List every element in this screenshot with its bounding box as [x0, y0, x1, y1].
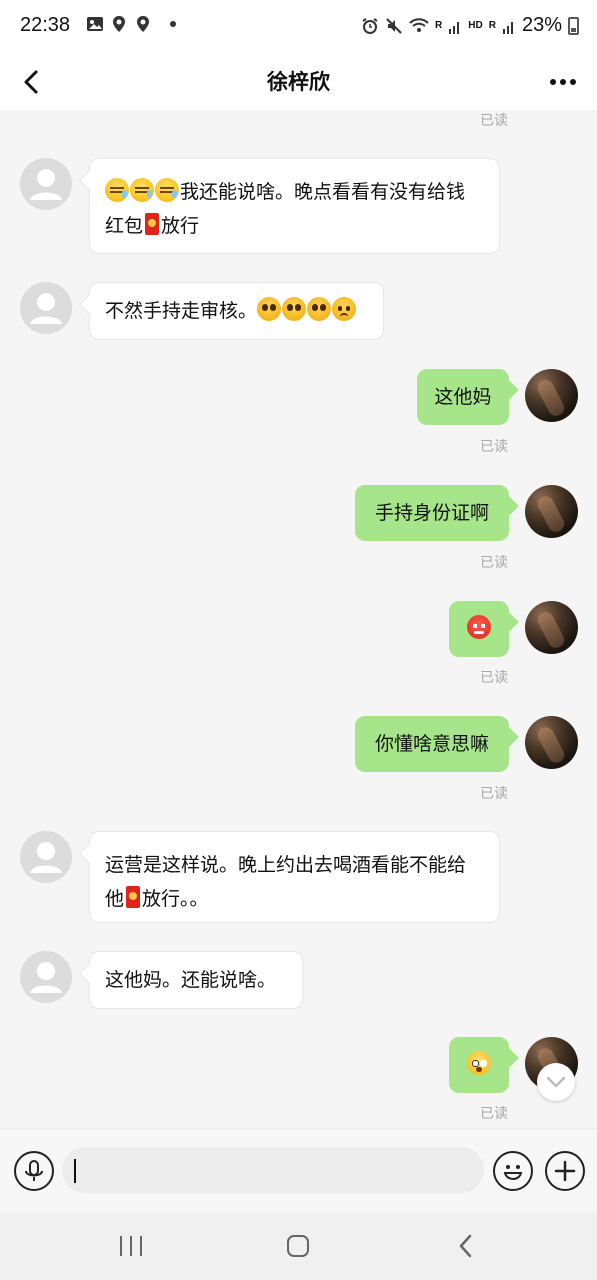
message-text: 不然手持走审核。 — [105, 300, 258, 322]
read-receipt: 已读 — [480, 1106, 508, 1122]
battery-percent: 23% — [521, 14, 562, 36]
gallery-icon — [87, 17, 103, 31]
network-r2-label: R — [488, 20, 496, 31]
sleepy-emoji-icon — [155, 178, 179, 202]
chat-header: 徐梓欣 — [0, 54, 597, 110]
input-bar — [0, 1128, 597, 1213]
notification-icons — [86, 15, 176, 33]
system-navigation-bar — [0, 1212, 597, 1280]
default-avatar-icon — [30, 962, 62, 993]
my-avatar[interactable] — [525, 485, 578, 538]
pleading-emoji-icon — [307, 297, 332, 321]
text-cursor — [74, 1159, 76, 1183]
location-icon — [113, 16, 125, 32]
more-options-icon[interactable] — [547, 68, 579, 96]
read-receipt: 已读 — [480, 555, 508, 571]
message-bubble-sent[interactable]: 这他妈 — [417, 369, 509, 425]
signal-icon-2 — [502, 21, 513, 34]
wifi-icon — [409, 17, 429, 32]
status-time: 22:38 — [20, 14, 71, 36]
battery-icon — [568, 16, 579, 35]
chat-title: 徐梓欣 — [267, 70, 330, 94]
message-text: 你懂啥意思嘛 — [374, 733, 489, 755]
chevron-down-icon — [546, 1076, 566, 1088]
message-bubble-received[interactable]: 这他妈。还能说啥。 — [89, 951, 303, 1009]
message-text: 手持身份证啊 — [374, 502, 489, 524]
emoji-button[interactable] — [493, 1151, 533, 1191]
message-bubble-sent[interactable]: 手持身份证啊 — [355, 485, 509, 541]
message-bubble-received[interactable]: 运营是这样说。晚上约出去喝酒看能不能给他 放行。。 — [89, 831, 500, 923]
my-avatar[interactable] — [525, 601, 578, 654]
pleading-emoji-icon — [257, 297, 282, 321]
message-input[interactable] — [62, 1147, 484, 1193]
signal-icon — [449, 21, 460, 34]
scroll-to-bottom-button[interactable] — [537, 1063, 575, 1101]
contact-avatar[interactable] — [20, 282, 72, 334]
plus-icon — [554, 1160, 576, 1182]
read-receipt: 已读 — [480, 113, 508, 129]
status-bar: 22:38 R HD R 23% — [0, 0, 597, 54]
default-avatar-icon — [30, 842, 62, 873]
mute-icon — [386, 17, 402, 34]
contact-avatar[interactable] — [20, 951, 72, 1003]
recent-apps-icon[interactable] — [118, 1234, 144, 1258]
message-bubble-sent[interactable]: 你懂啥意思嘛 — [355, 716, 509, 772]
message-bubble-received[interactable]: 不然手持走审核。 — [89, 282, 384, 340]
sleepy-emoji-icon — [130, 178, 154, 202]
default-avatar-icon — [30, 293, 62, 324]
message-text: 放行 — [161, 215, 200, 237]
microphone-icon — [25, 1160, 43, 1181]
message-list[interactable]: 已读 我还能说啥。晚点看看有没有给钱红包 放行 不然手持走审核。 这他妈 已读 手… — [0, 110, 597, 1128]
my-avatar[interactable] — [525, 369, 578, 422]
red-envelope-icon — [145, 213, 160, 235]
message-bubble-sent[interactable] — [449, 1037, 509, 1093]
red-envelope-icon — [126, 886, 141, 908]
location-icon-2 — [137, 16, 149, 32]
message-text: 这他妈。还能说啥。 — [105, 969, 277, 991]
sad-emoji-icon — [332, 297, 357, 321]
angry-emoji-icon — [466, 615, 491, 639]
my-avatar[interactable] — [525, 716, 578, 769]
smiley-icon — [503, 1165, 523, 1180]
message-text: 我还能说啥。晚点看看有没有给 — [180, 181, 447, 203]
system-back-icon[interactable] — [456, 1232, 476, 1260]
message-text: 放行。。 — [142, 888, 209, 910]
network-r1-label: R — [435, 20, 443, 31]
message-bubble-received[interactable]: 我还能说啥。晚点看看有没有给钱红包 放行 — [89, 158, 500, 254]
shocked-emoji-icon — [466, 1051, 491, 1075]
read-receipt: 已读 — [480, 786, 508, 802]
sleepy-emoji-icon — [105, 178, 129, 202]
home-icon[interactable] — [286, 1234, 310, 1258]
message-bubble-sent[interactable] — [449, 601, 509, 657]
status-right: R HD R 23% — [361, 14, 579, 37]
contact-avatar[interactable] — [20, 158, 72, 210]
read-receipt: 已读 — [480, 670, 508, 686]
pleading-emoji-icon — [282, 297, 307, 321]
alarm-icon — [362, 17, 378, 34]
voice-button[interactable] — [14, 1151, 54, 1191]
contact-avatar[interactable] — [20, 831, 72, 883]
more-button[interactable] — [545, 1151, 585, 1191]
message-text: 这他妈 — [434, 386, 492, 408]
message-text: 运营是这样说。晚上约出去喝酒看能不能 — [105, 854, 448, 876]
network-hd-label: HD — [468, 20, 483, 31]
default-avatar-icon — [30, 169, 62, 200]
more-notifications-dot — [170, 21, 176, 27]
read-receipt: 已读 — [480, 439, 508, 455]
